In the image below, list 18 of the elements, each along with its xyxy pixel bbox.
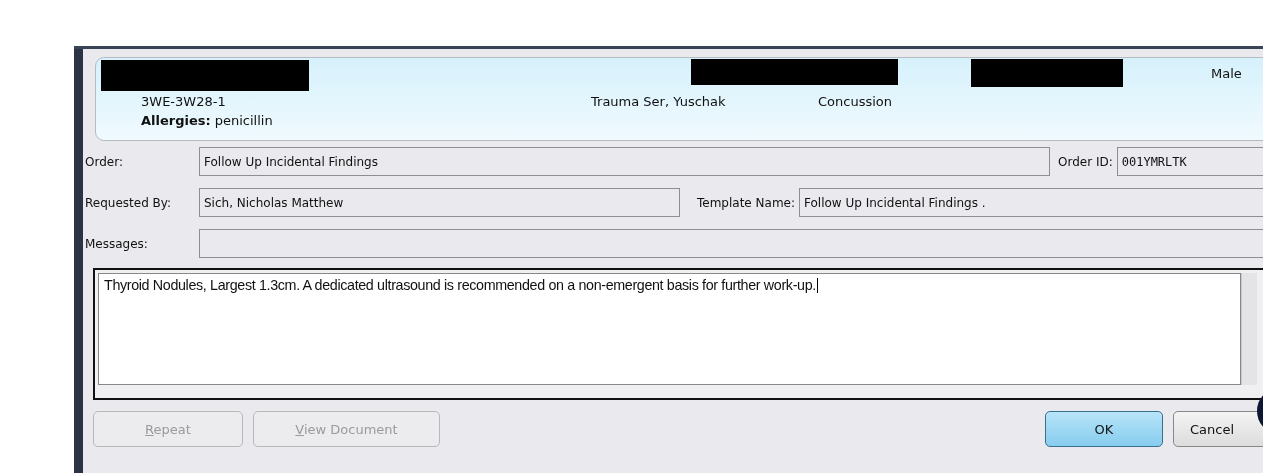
note-text-area[interactable]: Thyroid Nodules, Largest 1.3cm. A dedicated ultrasound is recommended on a non-emergent basis for further work-up. bbox=[98, 273, 1241, 385]
reason-text: Concussion bbox=[818, 93, 892, 109]
cancel-button[interactable]: Cancel bbox=[1173, 411, 1263, 447]
gender-text: Male bbox=[1211, 66, 1242, 81]
ok-button[interactable]: OK bbox=[1045, 411, 1163, 447]
messages-label: Messages: bbox=[85, 236, 149, 251]
order-id-field[interactable]: 001YMRLTK bbox=[1116, 147, 1263, 176]
location-text: 3WE-3W28-1 bbox=[141, 93, 227, 109]
service-text: Trauma Ser, Yuschak bbox=[591, 93, 727, 109]
allergies-text: penicillin bbox=[214, 113, 273, 128]
template-name-label: Template Name: bbox=[697, 195, 795, 210]
requested-by-label: Requested By: bbox=[85, 195, 173, 210]
order-id-label: Order ID: bbox=[1058, 154, 1113, 169]
template-name-field[interactable]: Follow Up Incidental Findings . bbox=[799, 188, 1263, 217]
order-label: Order: bbox=[85, 154, 124, 169]
allergies-label: Allergies: bbox=[141, 113, 211, 128]
order-field[interactable]: Follow Up Incidental Findings bbox=[199, 147, 1050, 176]
requested-by-field[interactable]: Sich, Nicholas Matthew bbox=[199, 188, 680, 217]
